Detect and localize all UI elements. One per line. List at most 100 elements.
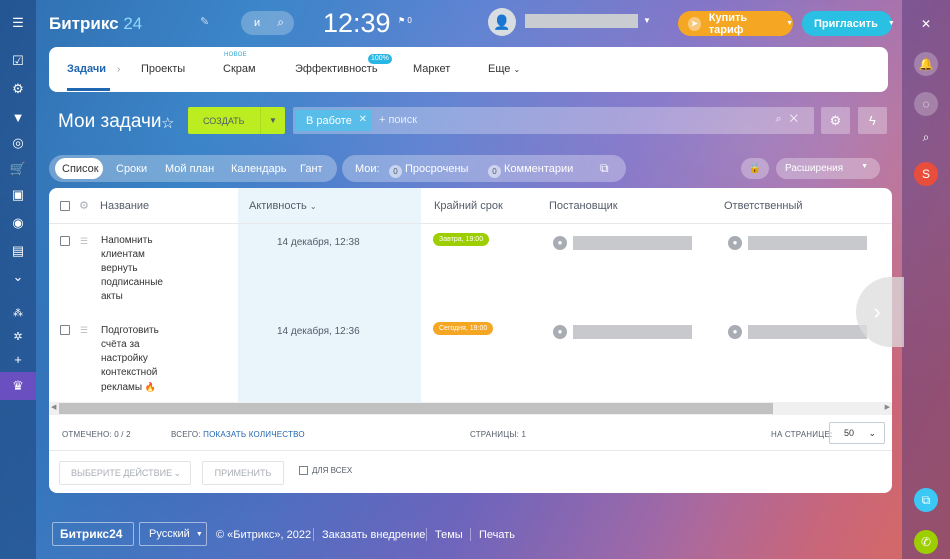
avatar[interactable]: S [914, 162, 938, 186]
user-name-redacted[interactable] [525, 14, 638, 28]
tab-market[interactable]: Маркет [413, 63, 450, 75]
scroll-right-icon[interactable]: ▶ [885, 403, 890, 411]
crm-icon[interactable]: ⚙ [0, 78, 36, 100]
invite-button[interactable]: Пригласить ▼ [802, 11, 895, 36]
view-gantt[interactable]: Гант [300, 163, 323, 175]
creator-name-redacted[interactable] [573, 325, 692, 339]
star-icon[interactable]: ☆ [161, 114, 174, 132]
bitrix24-button[interactable]: Битрикс24 [52, 522, 134, 546]
tab-scrum[interactable]: Скрам [223, 63, 256, 75]
task-activity: 14 декабря, 12:36 [277, 326, 360, 337]
per-page-select[interactable]: 50 ⌄ [829, 422, 885, 444]
view-list[interactable]: Список [62, 163, 99, 175]
search-clear-icons[interactable]: ⌕✕ [775, 113, 806, 126]
sitemap-icon[interactable]: ⁂ [0, 302, 36, 324]
tab-tasks[interactable]: Задачи [67, 63, 106, 75]
comments-counter[interactable]: 0 Комментарии [488, 163, 573, 178]
drag-handle-icon[interactable]: ☰ [80, 325, 88, 336]
apply-button[interactable]: ПРИМЕНИТЬ [202, 461, 284, 485]
user-icon: ● [728, 325, 742, 339]
for-all-checkbox[interactable]: ДЛЯ ВСЕХ [299, 466, 352, 475]
filter-search[interactable]: В работе ✕ + поиск ⌕✕ [293, 107, 814, 134]
close-icon[interactable]: ✕ [914, 12, 938, 36]
extensions-button[interactable]: Расширения ▼ [776, 158, 880, 179]
chevron-down-icon: ⌄ [173, 468, 181, 478]
chevron-down-icon[interactable]: ⌄ [0, 266, 36, 288]
tasks-icon[interactable]: ☑ [0, 50, 36, 72]
divider [313, 528, 314, 541]
pages-label: СТРАНИЦЫ: 1 [470, 430, 527, 439]
task-title[interactable]: Подготовить счёта за настройку контекстн… [101, 324, 177, 395]
horizontal-scrollbar[interactable]: ◀ ▶ [49, 402, 892, 415]
creator-name-redacted[interactable] [573, 236, 692, 250]
deadline-badge[interactable]: Завтра, 19:00 [433, 233, 490, 246]
task-title[interactable]: Напомнить клиентам вернуть подписанные а… [101, 234, 177, 304]
tab-more[interactable]: Еще ⌄ [488, 63, 520, 75]
gear-icon[interactable]: ⚙ [821, 107, 850, 134]
drag-handle-icon[interactable]: ☰ [80, 236, 88, 247]
col-responsible[interactable]: Ответственный [724, 200, 803, 212]
lock-icon[interactable]: 🔒 [741, 158, 769, 179]
tab-efficiency[interactable]: Эффективность [295, 63, 378, 75]
settings-icon[interactable]: ✲ [0, 325, 36, 347]
clock[interactable]: 12:39 [323, 8, 391, 39]
gear-icon[interactable]: ⚙ [79, 199, 89, 212]
robot-icon[interactable]: ◉ [0, 212, 36, 234]
per-page-label: НА СТРАНИЦЕ: [771, 430, 833, 439]
close-icon[interactable]: ✕ [359, 114, 367, 125]
tab-projects[interactable]: Проекты [141, 63, 185, 75]
edit-icon[interactable]: ✎ [200, 15, 209, 28]
search-icon: ⌕ [277, 15, 284, 29]
chat-icon[interactable]: ◌ [914, 92, 938, 116]
filter-chip[interactable]: В работе ✕ [296, 110, 372, 131]
task-activity: 14 декабря, 12:38 [277, 237, 360, 248]
overdue-counter[interactable]: 0 Просрочены [389, 163, 468, 178]
order-implementation-link[interactable]: Заказать внедрение [322, 529, 425, 541]
target-icon[interactable]: ◎ [0, 132, 36, 154]
col-deadline[interactable]: Крайний срок [434, 200, 503, 212]
contacts-icon[interactable]: ▣ [0, 184, 36, 206]
right-sidebar: ✕ 🔔 ◌ ⌕ S ⧉ ✆ [902, 0, 950, 559]
add-icon[interactable]: + [0, 348, 36, 370]
action-select[interactable]: ВЫБЕРИТЕ ДЕЙСТВИЕ ⌄ [59, 461, 191, 485]
buy-tariff-button[interactable]: ➤ Купить тариф ▼ [678, 11, 793, 36]
row-checkbox[interactable] [60, 236, 70, 246]
search-input[interactable]: и ⌕ [241, 11, 294, 35]
chat-icon[interactable]: ⧉ [600, 161, 609, 176]
logo[interactable]: Битрикс 24 [49, 14, 142, 34]
chevron-down-icon[interactable]: ▼ [260, 107, 285, 134]
print-link[interactable]: Печать [479, 529, 515, 541]
crown-icon[interactable]: ♛ [0, 372, 36, 400]
cart-icon[interactable]: 🛒 [0, 158, 36, 180]
create-button[interactable]: СОЗДАТЬ ▼ [188, 107, 285, 134]
row-checkbox[interactable] [60, 325, 70, 335]
rocket-icon: ➤ [688, 16, 701, 31]
show-count-link[interactable]: ПОКАЗАТЬ КОЛИЧЕСТВО [203, 430, 305, 439]
chevron-down-icon[interactable]: ▼ [643, 16, 651, 25]
view-deadlines[interactable]: Сроки [116, 163, 147, 175]
themes-link[interactable]: Темы [435, 529, 463, 541]
deadline-badge[interactable]: Сегодня, 19:00 [433, 322, 494, 335]
view-my-plan[interactable]: Мой план [165, 163, 214, 175]
header-divider [49, 223, 892, 224]
flash-icon[interactable]: ϟ [858, 107, 887, 134]
search-icon[interactable]: ⌕ [914, 125, 938, 149]
store-icon[interactable]: ▤ [0, 240, 36, 262]
bell-icon[interactable]: 🔔 [914, 52, 938, 76]
select-all-checkbox[interactable] [60, 201, 70, 211]
responsible-name-redacted[interactable] [748, 236, 867, 250]
filter-icon[interactable]: ▼ [0, 106, 36, 128]
responsible-name-redacted[interactable] [748, 325, 867, 339]
view-calendar[interactable]: Календарь [231, 163, 287, 175]
phone-icon[interactable]: ✆ [914, 530, 938, 554]
menu-icon[interactable]: ☰ [0, 12, 36, 34]
col-activity[interactable]: Активность ⌄ [249, 200, 317, 212]
col-title[interactable]: Название [100, 200, 149, 212]
scrollbar-thumb[interactable] [59, 403, 773, 414]
language-select[interactable]: Русский ▼ [139, 522, 207, 546]
col-creator[interactable]: Постановщик [549, 200, 618, 212]
user-avatar[interactable]: 👤 [488, 8, 516, 36]
flag-icon[interactable]: ⚑ 0 [398, 16, 412, 25]
scroll-left-icon[interactable]: ◀ [51, 403, 56, 411]
call-icon[interactable]: ⧉ [914, 488, 938, 512]
